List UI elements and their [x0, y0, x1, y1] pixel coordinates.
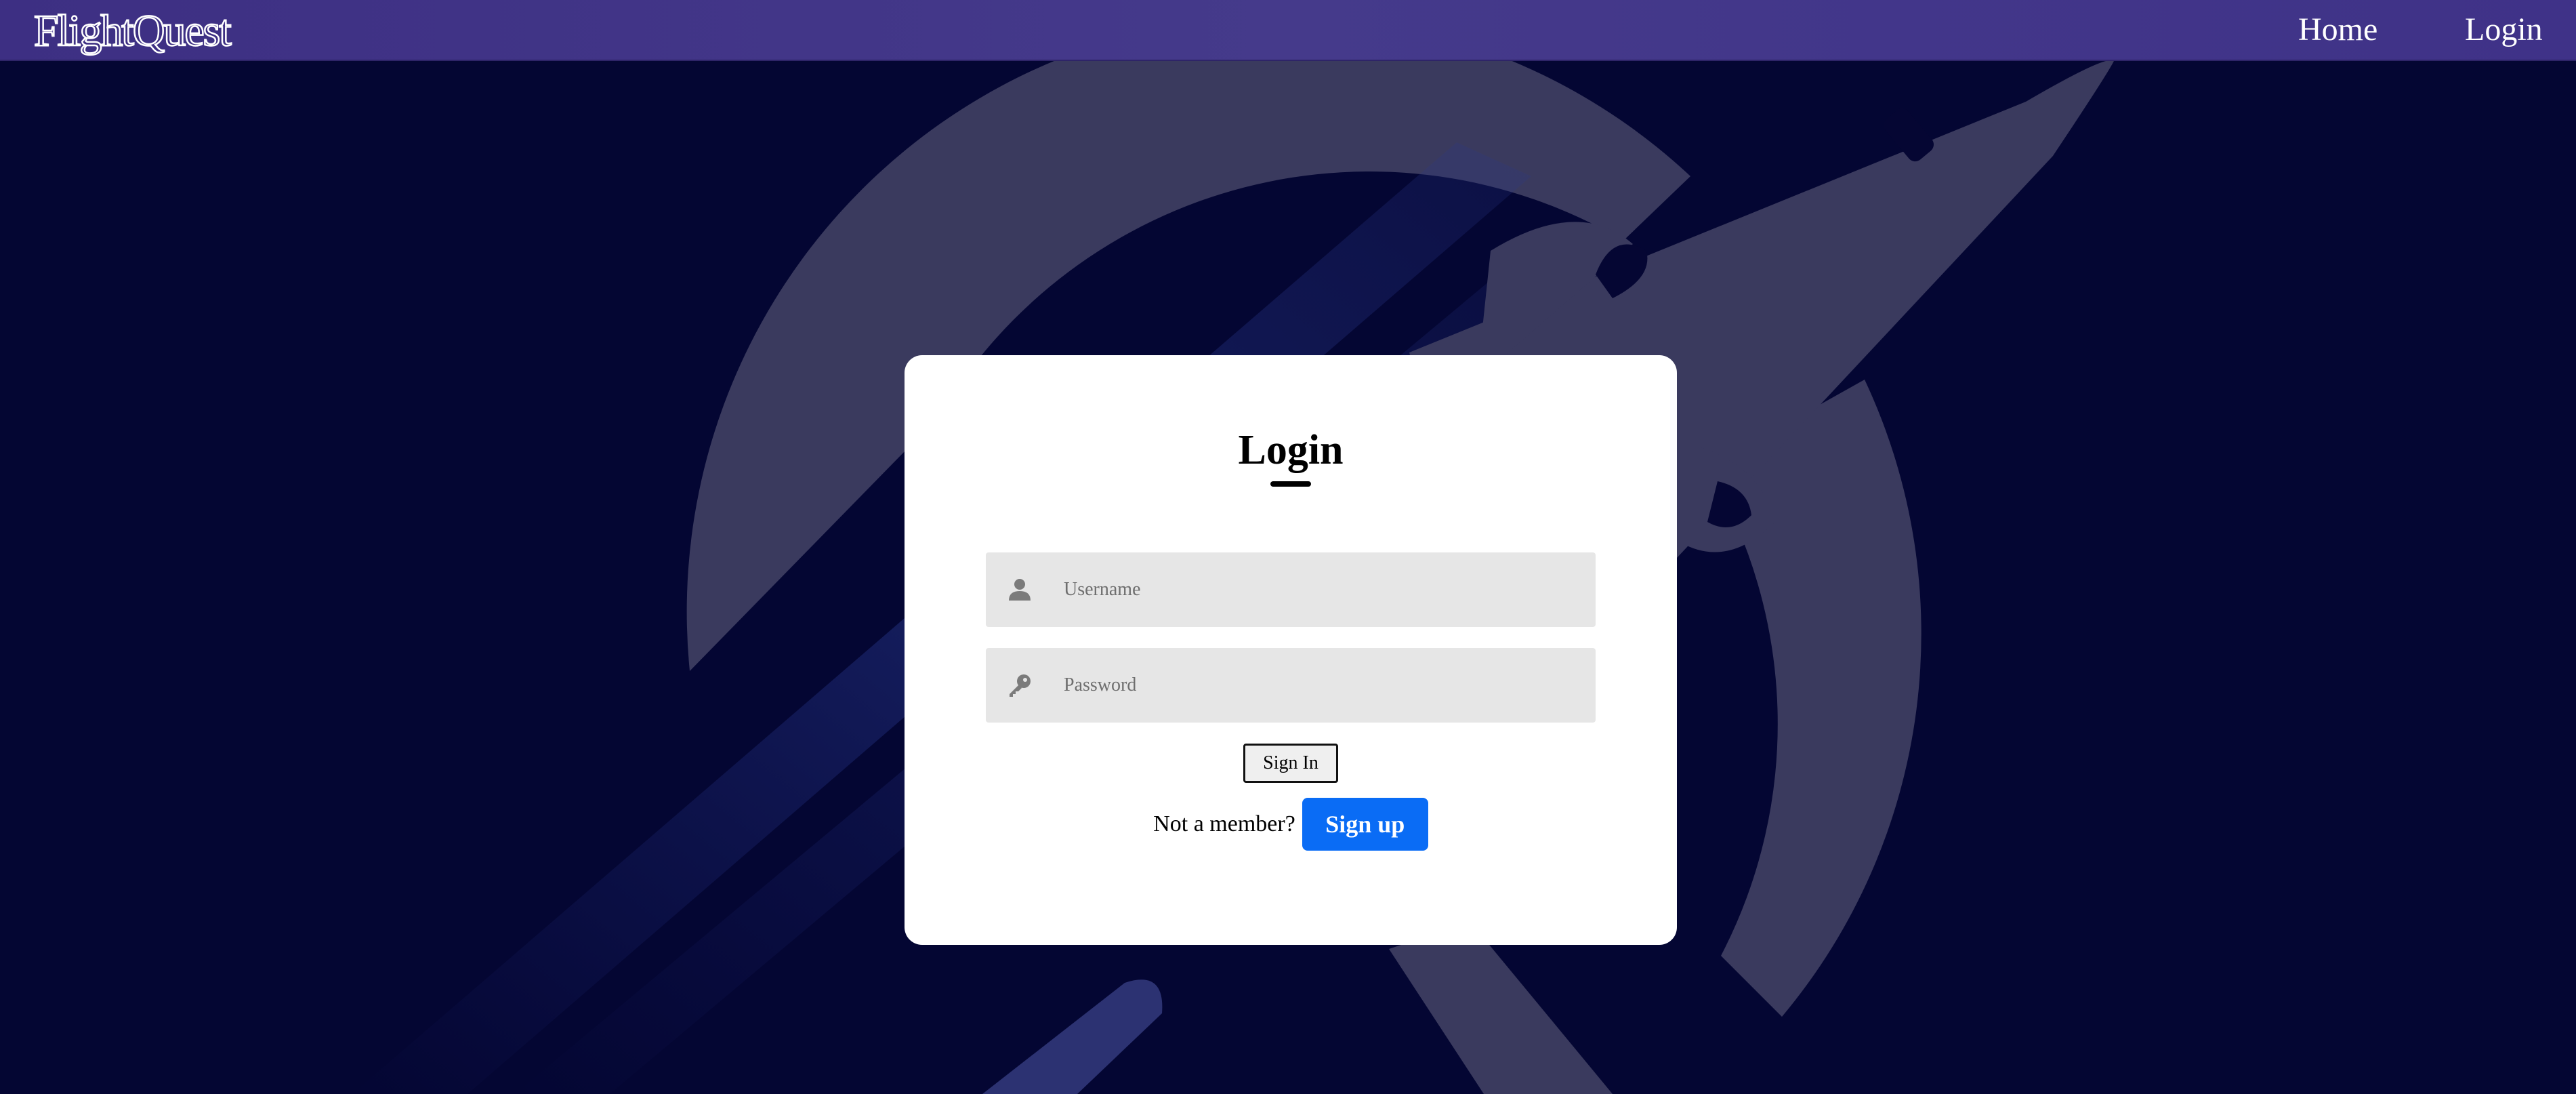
password-field[interactable]: [986, 648, 1596, 723]
signup-row: Not a member? Sign up: [905, 797, 1677, 851]
username-field[interactable]: [986, 552, 1596, 627]
nav-login-link[interactable]: Login: [2465, 8, 2543, 52]
username-input[interactable]: [1064, 552, 1579, 627]
top-navbar: FlightQuest Home Login: [0, 0, 2576, 61]
user-icon: [1009, 579, 1031, 601]
sign-in-button[interactable]: Sign In: [1243, 744, 1338, 783]
login-title: Login: [1238, 427, 1344, 473]
title-underline: [1270, 481, 1311, 487]
member-prompt: Not a member?: [1153, 811, 1295, 836]
brand-logo[interactable]: FlightQuest: [33, 3, 232, 60]
key-icon: [1010, 674, 1031, 697]
login-card: Login Sign In Not a member? Sign up: [905, 355, 1677, 945]
sign-up-button[interactable]: Sign up: [1302, 798, 1428, 851]
nav-home-link[interactable]: Home: [2298, 8, 2377, 52]
password-input[interactable]: [1064, 648, 1579, 723]
